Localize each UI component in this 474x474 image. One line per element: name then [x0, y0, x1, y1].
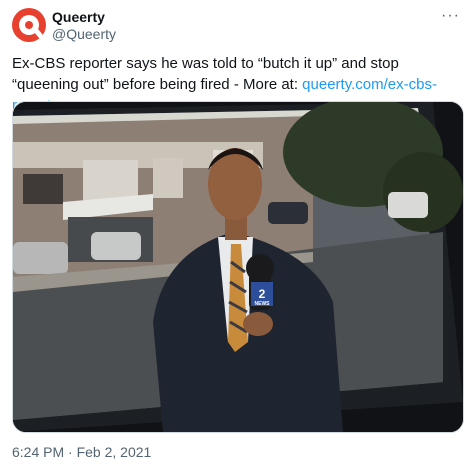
user-handle[interactable]: @Queerty [52, 26, 116, 43]
avatar[interactable] [12, 8, 46, 42]
mic-flag-number: 2 [259, 287, 266, 301]
more-options-icon[interactable]: ··· [441, 8, 460, 24]
queerty-logo-icon [19, 15, 39, 35]
mic-flag-news: NEWS [255, 301, 271, 307]
tweet-timestamp[interactable]: 6:24 PM · Feb 2, 2021 [12, 444, 151, 460]
tweet-media-photo[interactable]: 2 NEWS [12, 101, 464, 433]
display-name[interactable]: Queerty [52, 9, 105, 26]
